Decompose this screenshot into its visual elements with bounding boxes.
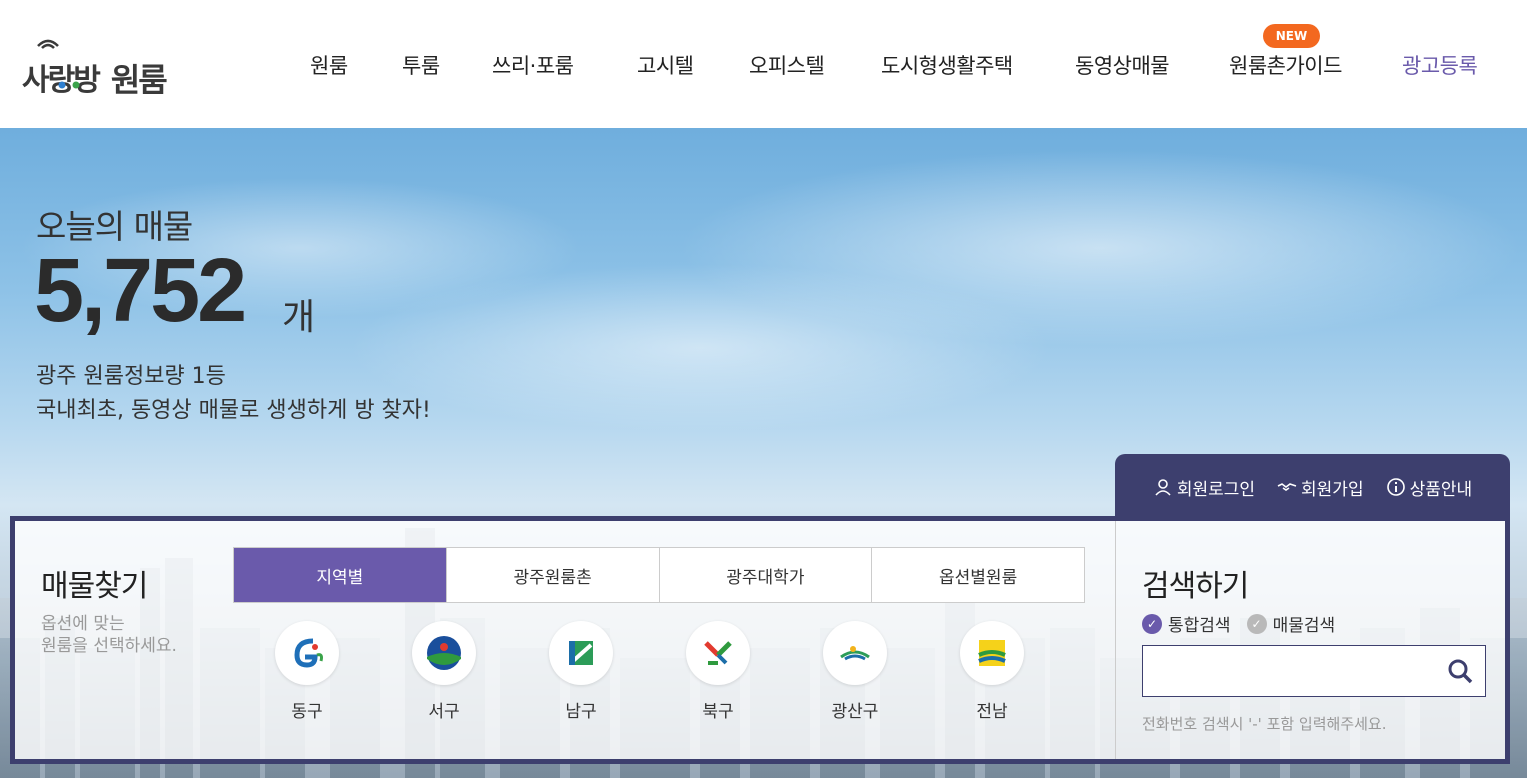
wifi-icon bbox=[37, 39, 59, 49]
nav-urban-housing[interactable]: 도시형생활주택 bbox=[881, 50, 1013, 80]
jeonnam-emblem-icon bbox=[960, 621, 1024, 685]
nav-oneroom[interactable]: 원룸 bbox=[310, 50, 348, 80]
region-seogu-label: 서구 bbox=[428, 702, 460, 722]
login-label: 회원로그인 bbox=[1176, 479, 1256, 500]
region-donggu-label: 동구 bbox=[291, 702, 323, 722]
find-desc-line2: 원룸을 선택하세요. bbox=[41, 636, 177, 656]
unchecked-icon: ✓ bbox=[1246, 613, 1267, 634]
tab-gwangju-university-area[interactable]: 광주대학가 bbox=[660, 548, 873, 602]
new-badge: NEW bbox=[1263, 24, 1320, 48]
region-namgu[interactable]: 남구 bbox=[544, 621, 618, 722]
find-title: 매물찾기 bbox=[41, 569, 148, 604]
search-area: 검색하기 ✓ 통합검색 ✓ 매물검색 전화번호 검색시 '-' 포함 입력해주세… bbox=[1115, 521, 1510, 759]
info-icon bbox=[1386, 478, 1405, 496]
search-title: 검색하기 bbox=[1142, 569, 1249, 604]
search-hint: 전화번호 검색시 '-' 포함 입력해주세요. bbox=[1142, 715, 1387, 733]
tab-option-oneroom[interactable]: 옵션별원룸 bbox=[872, 548, 1084, 602]
region-bukgu-label: 북구 bbox=[702, 702, 734, 722]
region-namgu-label: 남구 bbox=[565, 702, 597, 722]
product-info-label: 상품안내 bbox=[1409, 479, 1473, 500]
join-link[interactable]: 회원가입 bbox=[1277, 475, 1364, 500]
option-listing-search[interactable]: ✓ 매물검색 bbox=[1246, 611, 1336, 636]
search-icon bbox=[1448, 659, 1473, 684]
user-icon bbox=[1155, 479, 1171, 496]
nav-three-four-room[interactable]: 쓰리·포룸 bbox=[492, 50, 574, 80]
region-jeonnam-label: 전남 bbox=[976, 702, 1008, 722]
option-integrated-label: 통합검색 bbox=[1168, 616, 1231, 636]
search-panel: 매물찾기 옵션에 맞는 원룸을 선택하세요. 지역별 광주원룸촌 광주대학가 옵… bbox=[10, 516, 1510, 764]
member-menu: 회원로그인 회원가입 상품안내 bbox=[1115, 454, 1510, 520]
main-nav: 원룸 투룸 쓰리·포룸 고시텔 오피스텔 도시형생활주택 동영상매물 원룸촌가이… bbox=[0, 50, 1527, 82]
login-link[interactable]: 회원로그인 bbox=[1153, 475, 1255, 500]
handshake-icon bbox=[1277, 483, 1297, 491]
region-donggu[interactable]: 동구 bbox=[270, 621, 344, 722]
namgu-emblem-icon bbox=[549, 621, 613, 685]
product-info-link[interactable]: 상품안내 bbox=[1386, 475, 1473, 500]
nav-ad-register[interactable]: 광고등록 bbox=[1402, 50, 1478, 80]
join-label: 회원가입 bbox=[1301, 479, 1364, 500]
site-header: 사랑방 원룸 원룸 투룸 쓰리·포룸 고시텔 오피스텔 도시형생활주택 동영상매… bbox=[0, 0, 1527, 128]
region-bukgu[interactable]: 북구 bbox=[681, 621, 755, 722]
region-list: 동구 서구 남구 북구 광산구 전남 bbox=[270, 621, 1030, 722]
tab-region[interactable]: 지역별 bbox=[234, 548, 447, 602]
option-listing-label: 매물검색 bbox=[1272, 616, 1336, 636]
region-gwangsangu[interactable]: 광산구 bbox=[818, 621, 892, 722]
nav-tworoom[interactable]: 투룸 bbox=[402, 50, 440, 80]
search-options: ✓ 통합검색 ✓ 매물검색 bbox=[1142, 611, 1335, 636]
region-seogu[interactable]: 서구 bbox=[407, 621, 481, 722]
search-box bbox=[1142, 645, 1486, 697]
find-desc-line1: 옵션에 맞는 bbox=[41, 614, 125, 634]
nav-oneroom-guide[interactable]: 원룸촌가이드 bbox=[1229, 50, 1342, 80]
nav-gositel[interactable]: 고시텔 bbox=[637, 50, 694, 80]
checked-icon: ✓ bbox=[1142, 613, 1162, 634]
listing-count: 5,752 bbox=[34, 241, 247, 341]
tab-gwangju-oneroom-village[interactable]: 광주원룸촌 bbox=[447, 548, 660, 602]
region-jeonnam[interactable]: 전남 bbox=[955, 621, 1029, 722]
donggu-emblem-icon bbox=[275, 621, 339, 685]
hero-tagline-2: 국내최초, 동영상 매물로 생생하게 방 찾자! bbox=[36, 398, 431, 423]
option-integrated-search[interactable]: ✓ 통합검색 bbox=[1142, 611, 1231, 636]
region-gwangsangu-label: 광산구 bbox=[831, 702, 879, 722]
search-button[interactable] bbox=[1443, 654, 1477, 688]
search-input[interactable] bbox=[1143, 646, 1433, 696]
gwangsangu-emblem-icon bbox=[823, 621, 887, 685]
find-description: 옵션에 맞는 원룸을 선택하세요. bbox=[41, 613, 221, 657]
find-tabs: 지역별 광주원룸촌 광주대학가 옵션별원룸 bbox=[233, 547, 1085, 603]
hero-tagline-1: 광주 원룸정보량 1등 bbox=[36, 364, 226, 389]
bukgu-emblem-icon bbox=[686, 621, 750, 685]
seogu-emblem-icon bbox=[412, 621, 476, 685]
nav-video-listings[interactable]: 동영상매물 bbox=[1075, 50, 1170, 80]
listing-count-unit: 개 bbox=[282, 297, 316, 338]
nav-officetel[interactable]: 오피스텔 bbox=[749, 50, 825, 80]
